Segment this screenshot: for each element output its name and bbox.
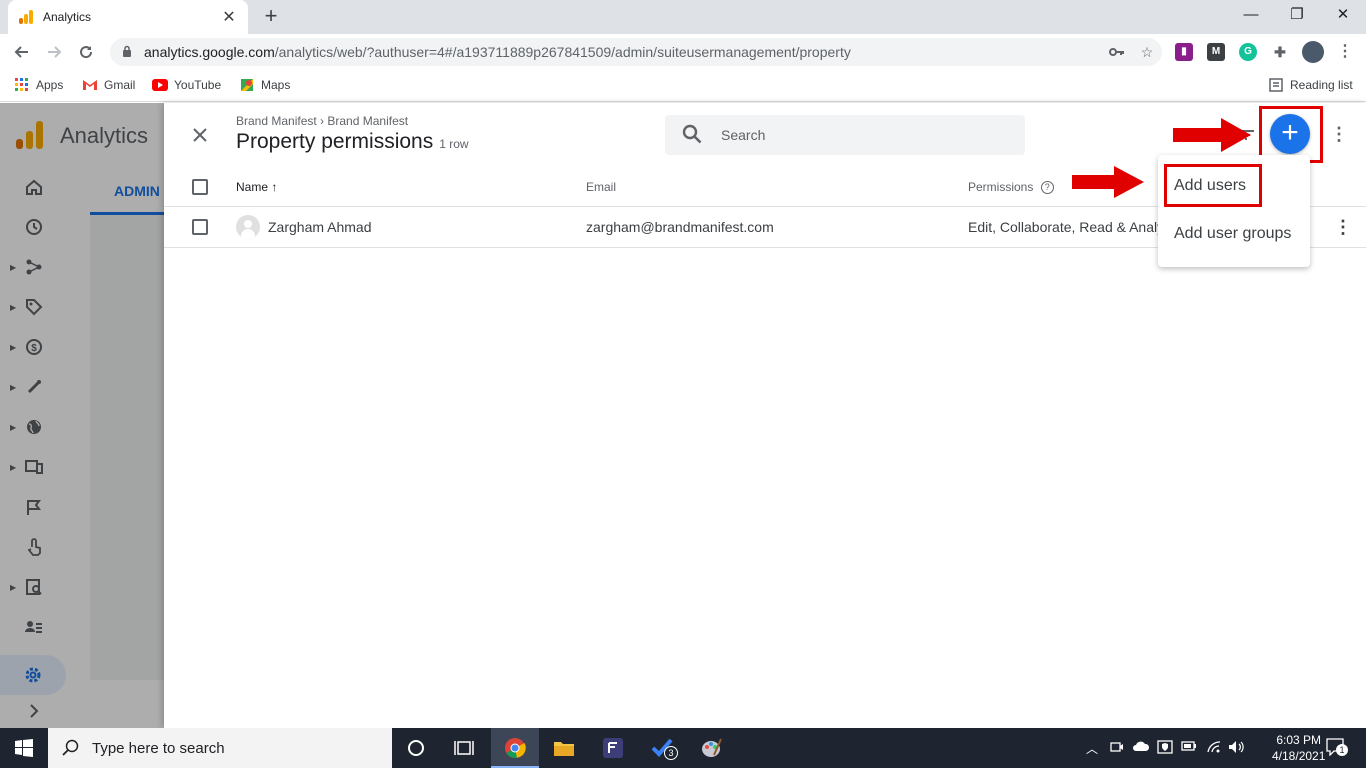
browser-tab-analytics[interactable]: Analytics ✕ bbox=[8, 0, 248, 34]
clock-time: 6:03 PM bbox=[1276, 733, 1322, 747]
clock-date: 4/18/2021 bbox=[1272, 749, 1326, 763]
user-name: Zargham Ahmad bbox=[268, 219, 372, 235]
windows-start-icon[interactable] bbox=[12, 736, 36, 760]
notification-count: 1 bbox=[1336, 744, 1348, 756]
row-count: 1 row bbox=[439, 137, 469, 151]
reading-list-icon bbox=[1269, 78, 1283, 92]
new-tab-button[interactable]: + bbox=[258, 4, 284, 30]
back-arrow-icon[interactable] bbox=[10, 40, 34, 64]
bookmark-maps[interactable]: Maps bbox=[239, 77, 290, 93]
extension-m-icon[interactable]: M bbox=[1207, 43, 1225, 61]
tray-chevron-up-icon[interactable]: ︿ bbox=[1086, 740, 1098, 757]
column-header-name[interactable]: Name ↑ bbox=[236, 180, 277, 194]
notifications-icon[interactable]: 1 bbox=[1326, 738, 1348, 759]
todo-check-icon[interactable]: 3 bbox=[650, 736, 678, 760]
add-button[interactable]: + bbox=[1270, 114, 1310, 154]
user-permissions: Edit, Collaborate, Read & Analy bbox=[968, 219, 1158, 235]
taskbar-clock[interactable]: 6:03 PM 4/18/2021 bbox=[1272, 732, 1325, 764]
extension-purple-icon[interactable]: ▮ bbox=[1175, 43, 1193, 61]
menu-item-add-users[interactable]: Add users bbox=[1174, 177, 1246, 195]
extensions-puzzle-icon[interactable]: ✚ bbox=[1271, 43, 1289, 61]
profile-avatar[interactable] bbox=[1302, 41, 1324, 63]
column-header-permissions[interactable]: Permissions ? bbox=[968, 180, 1054, 195]
security-icon[interactable] bbox=[1157, 740, 1173, 757]
search-icon bbox=[62, 739, 79, 756]
app-icon-f[interactable] bbox=[601, 736, 625, 760]
grammarly-icon[interactable]: G bbox=[1239, 43, 1257, 61]
task-view-icon[interactable] bbox=[452, 736, 476, 760]
close-window-button[interactable]: ✕ bbox=[1320, 0, 1366, 30]
analytics-app: Analytics ▶ ▶ ▶ $ ▶ ▶ ▶ ▶ ADMIN Brand Ma… bbox=[0, 103, 1366, 728]
avatar bbox=[236, 215, 260, 239]
browser-toolbar: analytics.google.com/analytics/web/?auth… bbox=[0, 34, 1366, 70]
property-permissions-panel: Brand Manifest › Brand Manifest Property… bbox=[164, 103, 1366, 728]
page-title: Property permissions 1 row bbox=[236, 130, 469, 153]
menu-item-add-user-groups[interactable]: Add user groups bbox=[1174, 225, 1291, 243]
battery-icon[interactable] bbox=[1181, 740, 1197, 755]
search-icon bbox=[681, 123, 705, 147]
key-icon[interactable] bbox=[1102, 44, 1132, 60]
youtube-icon bbox=[152, 79, 168, 91]
forward-arrow-icon[interactable] bbox=[42, 40, 66, 64]
url-text[interactable]: analytics.google.com/analytics/web/?auth… bbox=[144, 44, 1102, 60]
tab-close-icon[interactable]: ✕ bbox=[220, 7, 238, 27]
chrome-icon[interactable] bbox=[503, 736, 527, 760]
bookmark-gmail[interactable]: Gmail bbox=[82, 77, 135, 93]
help-icon[interactable]: ? bbox=[1040, 181, 1054, 195]
taskbar-search-placeholder: Type here to search bbox=[92, 739, 225, 757]
minimize-button[interactable]: — bbox=[1228, 0, 1274, 30]
cortana-icon[interactable] bbox=[404, 736, 428, 760]
column-header-email[interactable]: Email bbox=[586, 180, 616, 194]
reading-list-button[interactable]: Reading list bbox=[1268, 77, 1353, 93]
address-bar[interactable]: analytics.google.com/analytics/web/?auth… bbox=[110, 38, 1162, 66]
maps-icon bbox=[241, 79, 253, 91]
lock-icon[interactable] bbox=[122, 45, 134, 60]
annotation-arrow-icon bbox=[1173, 118, 1251, 152]
todo-badge: 3 bbox=[664, 746, 678, 760]
browser-tab-strip: Analytics ✕ + — ❐ ✕ bbox=[0, 0, 1366, 34]
sort-arrow-up-icon: ↑ bbox=[271, 180, 278, 194]
onedrive-cloud-icon[interactable] bbox=[1132, 740, 1150, 755]
bookmark-apps[interactable]: Apps bbox=[14, 77, 63, 93]
search-box[interactable] bbox=[665, 115, 1025, 155]
select-all-checkbox[interactable] bbox=[192, 179, 208, 195]
apps-grid-icon bbox=[15, 78, 28, 91]
row-checkbox[interactable] bbox=[192, 219, 208, 235]
meet-now-icon[interactable] bbox=[1110, 740, 1124, 757]
row-more-options-icon[interactable]: ⋮ bbox=[1334, 215, 1352, 239]
annotation-arrow-icon bbox=[1072, 166, 1144, 198]
tab-title: Analytics bbox=[43, 10, 92, 24]
bookmark-star-icon[interactable]: ☆ bbox=[1132, 44, 1162, 61]
taskbar-search[interactable]: Type here to search bbox=[48, 728, 392, 768]
windows-taskbar: Type here to search 3 ︿ 6:03 PM 4/18/202… bbox=[0, 728, 1366, 768]
user-email: zargham@brandmanifest.com bbox=[586, 219, 774, 235]
breadcrumb[interactable]: Brand Manifest › Brand Manifest bbox=[236, 114, 408, 128]
search-input[interactable] bbox=[721, 127, 1001, 143]
analytics-favicon-icon bbox=[18, 9, 34, 25]
close-panel-icon[interactable] bbox=[188, 123, 212, 147]
modal-scrim[interactable] bbox=[0, 103, 164, 728]
bookmark-youtube[interactable]: YouTube bbox=[152, 77, 221, 93]
volume-icon[interactable] bbox=[1228, 740, 1246, 757]
reload-icon[interactable] bbox=[74, 40, 98, 64]
gmail-icon bbox=[83, 80, 97, 90]
restore-button[interactable]: ❐ bbox=[1274, 0, 1320, 30]
wifi-icon[interactable] bbox=[1206, 740, 1222, 757]
file-explorer-icon[interactable] bbox=[552, 736, 576, 760]
more-options-icon[interactable]: ⋮ bbox=[1330, 122, 1348, 146]
bookmarks-bar: Apps Gmail YouTube Maps Reading list bbox=[0, 70, 1366, 102]
paint-palette-icon[interactable] bbox=[699, 736, 723, 760]
add-menu: Add users Add user groups bbox=[1158, 155, 1310, 267]
chrome-menu-icon[interactable]: ⋮ bbox=[1336, 43, 1354, 61]
